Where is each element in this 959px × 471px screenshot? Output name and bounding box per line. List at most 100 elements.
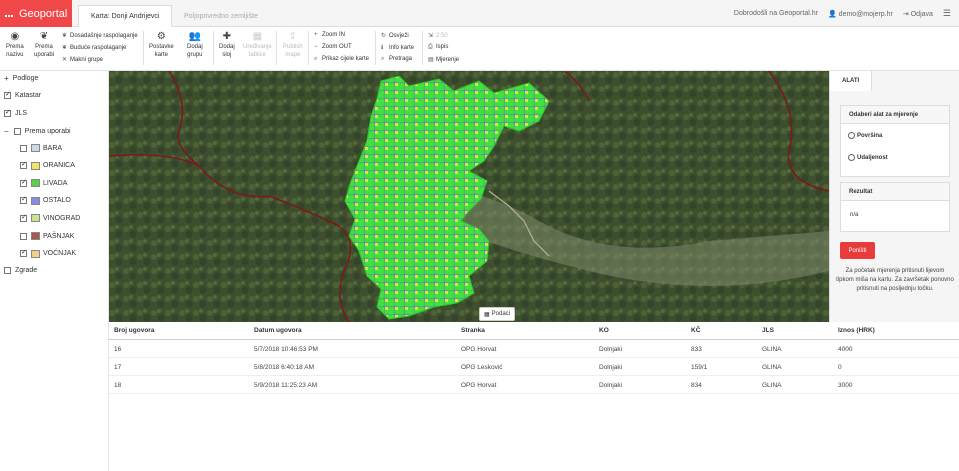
- table-cell: GLINA: [762, 382, 782, 389]
- checkbox[interactable]: [4, 90, 11, 99]
- table-row[interactable]: 16 5/7/2018 10:46:53 PM OPG Horvat Dolnjaki…: [109, 340, 959, 358]
- radio-circle[interactable]: [848, 154, 855, 161]
- table-icon: ▦: [484, 311, 490, 318]
- layer-usage-item[interactable]: LIVADA: [20, 178, 68, 188]
- layer-buildings[interactable]: Zgrade: [4, 267, 37, 274]
- add-group-button[interactable]: 👥 Dodaj grupu: [187, 31, 203, 59]
- layer-usage-item[interactable]: VINOGRAD: [20, 213, 81, 223]
- map-info-button[interactable]: ℹ Info karte: [381, 44, 414, 51]
- result-header: Rezultat: [841, 183, 949, 201]
- radio-distance[interactable]: Udaljenost: [848, 154, 888, 161]
- full-extent-button[interactable]: ⌕ Prikaz cijele karte: [314, 56, 369, 63]
- zoom-out-label: Zoom OUT: [322, 44, 352, 50]
- logout-link[interactable]: ⇥ Odjava: [903, 10, 933, 18]
- add-layer-button[interactable]: ✚ Dodaj sloj: [219, 31, 235, 59]
- by-name-button[interactable]: ◉ Prema nazivu: [6, 31, 24, 59]
- layer-usage-label: VINOGRAD: [43, 214, 81, 222]
- table-cell: GLINA: [762, 346, 782, 353]
- menu-icon[interactable]: ☰: [943, 8, 951, 19]
- edit-table-label-1: Uređivanje: [243, 44, 272, 50]
- by-usage-button[interactable]: ❦ Prema uporabi: [34, 31, 54, 59]
- column-header[interactable]: Broj ugovora: [114, 327, 154, 334]
- edit-table-button[interactable]: ▦ Uređivanje tablice: [243, 31, 272, 59]
- map-canvas[interactable]: [109, 71, 829, 322]
- checkbox[interactable]: [20, 160, 27, 170]
- table-cell: 159/1: [691, 364, 708, 371]
- column-header[interactable]: Stranka: [461, 327, 485, 334]
- column-header[interactable]: Datum ugovora: [254, 327, 302, 334]
- column-header[interactable]: KČ: [691, 327, 700, 334]
- table-cell: 18: [114, 382, 122, 389]
- checkbox[interactable]: [4, 267, 11, 274]
- layer-usage-item[interactable]: OSTALO: [20, 195, 71, 205]
- column-header[interactable]: Iznos (HRK): [838, 327, 875, 334]
- layer-basemaps[interactable]: + Podloge: [4, 74, 38, 83]
- scale-label: 2:50: [436, 33, 448, 39]
- reset-button[interactable]: Poništi: [840, 242, 875, 259]
- checkbox[interactable]: [20, 213, 27, 222]
- zoom-out-button[interactable]: − Zoom OUT: [314, 44, 352, 50]
- add-layer-label-2: sloj: [222, 52, 232, 58]
- column-header[interactable]: JLS: [762, 327, 774, 334]
- table-cell: 5/8/2018 6:40:18 AM: [254, 364, 314, 371]
- column-header[interactable]: KO: [599, 327, 609, 334]
- tab-agricultural-land[interactable]: Poljoprivredno zemljište: [172, 5, 270, 27]
- remove-icon: ✕: [62, 57, 68, 63]
- edit-table-label-2: tablice: [248, 52, 267, 58]
- print-button[interactable]: ⎙ Ispis: [428, 44, 448, 51]
- layer-usage-item[interactable]: VOĆNJAK: [20, 248, 76, 258]
- info-icon: ℹ: [381, 45, 384, 51]
- layer-usage-item[interactable]: PAŠNJAK: [20, 232, 74, 240]
- table-cell: 4000: [838, 346, 853, 353]
- tab-map[interactable]: Karta: Donji Andrijevci: [78, 5, 173, 27]
- legend-swatch: [31, 214, 40, 223]
- refresh-button[interactable]: ↻ Osvježi: [381, 32, 409, 39]
- checkbox[interactable]: [4, 108, 11, 117]
- radio-area[interactable]: Površina: [848, 132, 882, 139]
- checkbox[interactable]: [20, 195, 27, 205]
- layer-cadastre[interactable]: Katastar: [4, 90, 41, 99]
- layer-usage-item[interactable]: ORANICA: [20, 160, 75, 170]
- add-group-label-1: Dodaj: [187, 44, 203, 50]
- layer-tree: + Podloge Katastar JLS − Prema uporabi B…: [0, 71, 109, 471]
- remove-groups-button[interactable]: ✕ Makni grupe: [62, 56, 103, 63]
- checkbox[interactable]: [13, 128, 21, 135]
- zoom-in-button[interactable]: + Zoom IN: [314, 32, 345, 38]
- future-disposal-button[interactable]: ❦ Buduće raspolaganje: [62, 44, 126, 51]
- previous-disposal-button[interactable]: ❦ Dosadašnje raspolaganje: [62, 32, 138, 39]
- checkbox[interactable]: [20, 232, 27, 240]
- toolbar: ◉ Prema nazivu ❦ Prema uporabi ❦ Dosadašn…: [0, 27, 959, 71]
- layer-basemaps-label: Podloge: [12, 75, 39, 82]
- data-toggle-button[interactable]: ▦ Podaci: [479, 307, 516, 321]
- map-view[interactable]: ▦ Podaci: [109, 71, 829, 322]
- table-cell: 0: [838, 364, 842, 371]
- scale-button[interactable]: ⇲ 2:50: [428, 32, 448, 39]
- layer-jls[interactable]: JLS: [4, 108, 27, 117]
- future-disposal-label: Buduće raspolaganje: [70, 45, 127, 51]
- layer-usage-item[interactable]: BARA: [20, 144, 62, 152]
- checkbox[interactable]: [20, 144, 27, 152]
- table-header: Broj ugovora Datum ugovora Stranka KO KČ JLS I…: [109, 322, 959, 340]
- search-button[interactable]: ⌕ Pretraga: [381, 56, 412, 63]
- tab-tools[interactable]: ALATI: [830, 71, 872, 91]
- measure-header: Odaberi alat za mjerenje: [841, 106, 949, 124]
- table-cell: 833: [691, 346, 702, 353]
- radio-circle[interactable]: [848, 132, 855, 139]
- search-icon: ⌕: [381, 56, 385, 62]
- print-icon: ⎙: [428, 44, 433, 50]
- table-row[interactable]: 17 5/8/2018 6:40:18 AM OPG Lesković Dolnjak…: [109, 358, 959, 376]
- user-menu[interactable]: 👤 demo@mojerp.hr: [828, 10, 893, 18]
- table-cell: 5/9/2018 11:25:23 AM: [254, 382, 318, 389]
- publish-map-button[interactable]: ⇪ Publish mape: [283, 31, 303, 59]
- checkbox[interactable]: [20, 178, 27, 187]
- brand-logo[interactable]: Geoportal: [0, 0, 72, 41]
- table-row[interactable]: 18 5/9/2018 11:25:23 AM OPG Horvat Dolnjaki…: [109, 376, 959, 394]
- layer-by-usage[interactable]: − Prema uporabi: [4, 127, 71, 136]
- checkbox[interactable]: [20, 248, 27, 258]
- legend-swatch: [31, 249, 40, 258]
- measure-button[interactable]: ▤ Mjerenje: [428, 56, 459, 63]
- previous-disposal-label: Dosadašnje raspolaganje: [70, 33, 138, 39]
- map-settings-button[interactable]: ⚙ Postavke karte: [149, 31, 174, 59]
- table-cell: Dolnjaki: [599, 382, 623, 389]
- layer-usage-label: LIVADA: [43, 179, 68, 187]
